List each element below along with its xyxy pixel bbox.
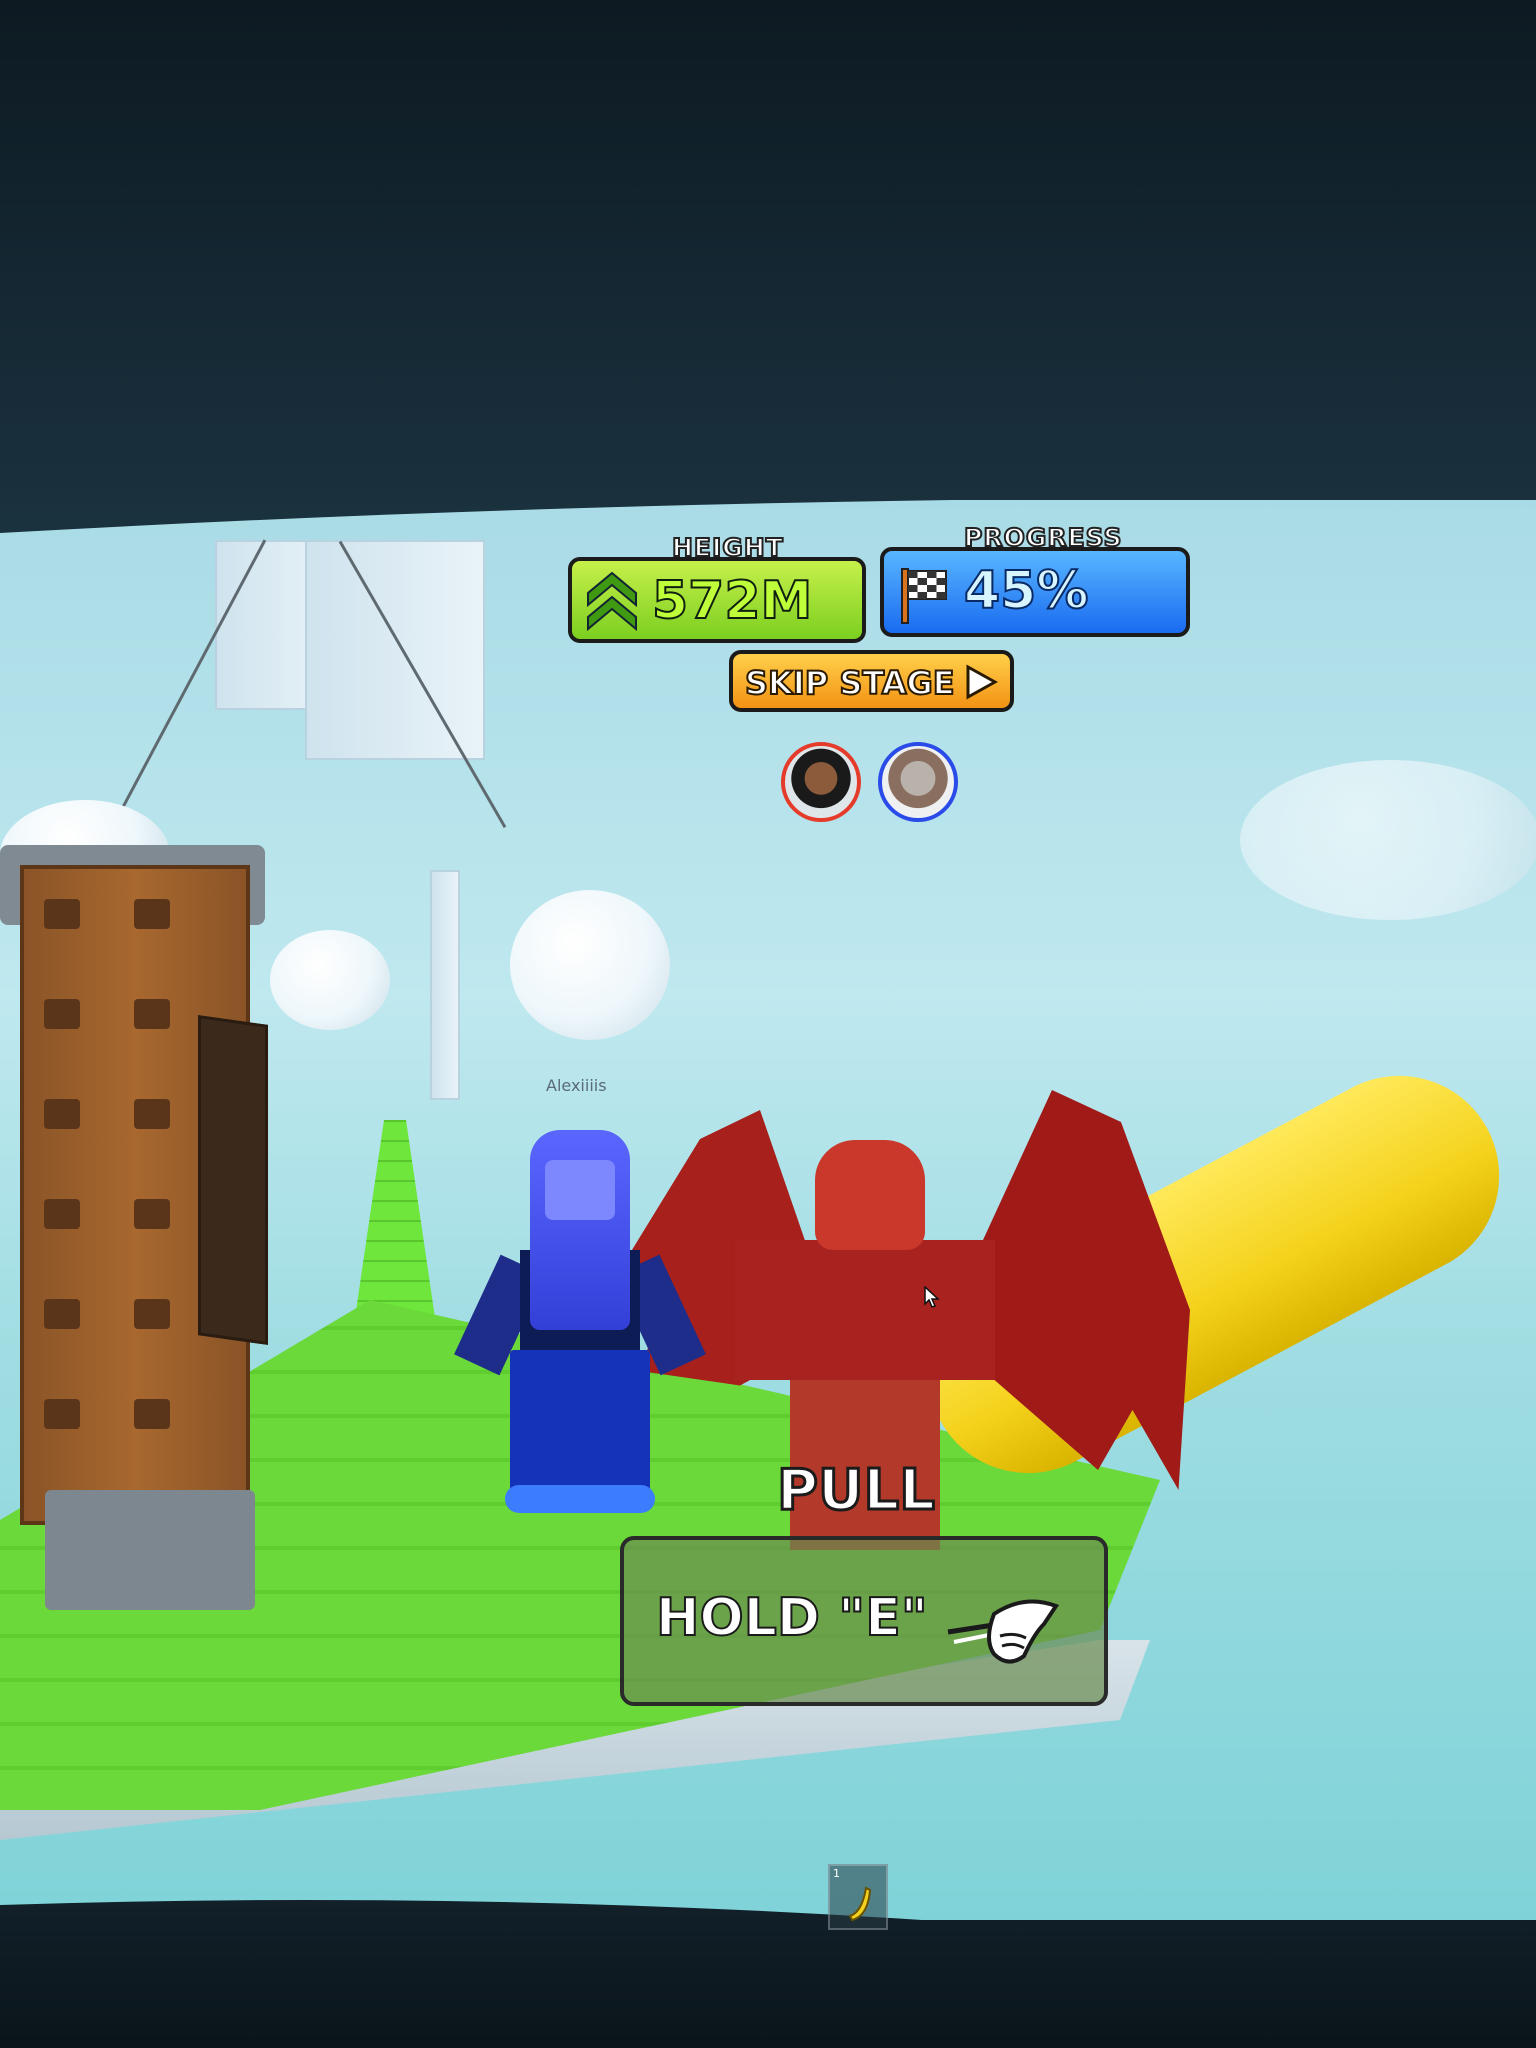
character-shoes — [505, 1485, 655, 1513]
sky-pillar — [430, 870, 460, 1100]
character-face — [545, 1160, 615, 1220]
skip-stage-label: SKIP STAGE — [744, 663, 956, 703]
player-name-tag: Alexiiiis — [546, 1076, 607, 1095]
tower-window — [44, 899, 80, 929]
hold-e-label: HOLD "E" — [655, 1587, 929, 1649]
skip-stage-button[interactable]: SKIP STAGE — [729, 650, 1014, 712]
sky-tower — [305, 540, 485, 760]
height-value: 572M — [651, 570, 813, 632]
height-title: HEIGHT — [671, 532, 784, 563]
hotbar-slot-number: 1 — [833, 1867, 840, 1880]
tower-window — [134, 999, 170, 1029]
character-head — [815, 1140, 925, 1250]
player-character-blue[interactable] — [460, 1130, 690, 1510]
player-avatar-1[interactable] — [781, 742, 861, 822]
progress-panel: PROGRESS 45% — [880, 522, 1190, 637]
pulling-hand-icon — [947, 1599, 1060, 1664]
tower-base — [45, 1490, 255, 1610]
tower-window — [134, 1399, 170, 1429]
cloud — [1240, 760, 1536, 920]
double-chevron-up-icon — [587, 571, 637, 631]
banana-tool-icon — [848, 1886, 872, 1922]
cloud — [270, 930, 390, 1030]
tower-window — [44, 1199, 80, 1229]
play-triangle-icon — [966, 664, 998, 700]
player-avatar-2[interactable] — [878, 742, 958, 822]
character-torso — [735, 1240, 995, 1380]
tower-window — [134, 899, 170, 929]
tower-window — [44, 1399, 80, 1429]
progress-title: PROGRESS — [963, 522, 1123, 553]
hold-e-prompt[interactable]: HOLD "E" — [620, 1536, 1108, 1706]
cloud — [510, 890, 670, 1040]
tower-window — [44, 1299, 80, 1329]
tower-window — [134, 1299, 170, 1329]
hotbar-slot-1[interactable]: 1 — [828, 1864, 888, 1930]
progress-value: 45% — [963, 560, 1089, 622]
game-viewport[interactable] — [0, 500, 1536, 1920]
mouse-cursor-icon — [924, 1286, 940, 1308]
tower-neon-sign — [198, 1015, 268, 1345]
room-background-top — [0, 0, 1536, 560]
tower-window — [134, 1199, 170, 1229]
pull-action-label: PULL — [776, 1457, 937, 1525]
tower-window — [44, 1099, 80, 1129]
tower-window — [134, 1099, 170, 1129]
checkered-flag-icon — [901, 568, 947, 624]
tower-window — [44, 999, 80, 1029]
monitor-bezel-bottom — [0, 1900, 1536, 2048]
height-panel: HEIGHT 572M — [568, 532, 866, 643]
character-legs — [510, 1350, 650, 1500]
